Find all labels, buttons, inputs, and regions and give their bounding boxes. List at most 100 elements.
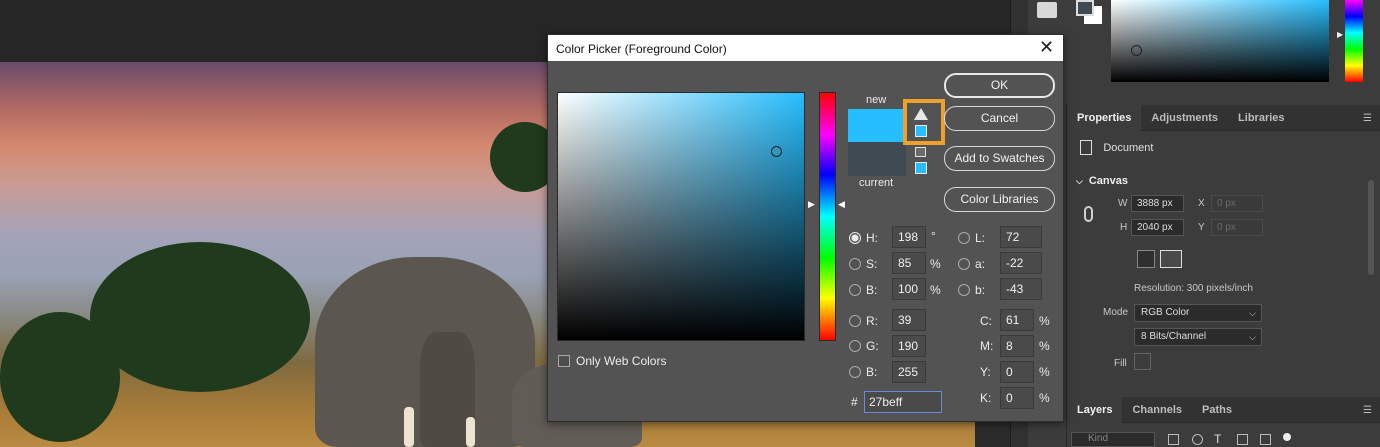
dialog-title-bar[interactable]: Color Picker (Foreground Color) ✕ bbox=[548, 35, 1063, 61]
red-label: R: bbox=[866, 314, 878, 328]
web-safe-color-swatch[interactable] bbox=[915, 162, 927, 174]
black-input[interactable]: 0 bbox=[1000, 387, 1034, 409]
color-picker-dialog: Color Picker (Foreground Color) ✕ ▶ ◀ ne… bbox=[547, 34, 1064, 422]
out-of-gamut-warning-icon[interactable] bbox=[914, 108, 928, 120]
saturation-brightness-field[interactable] bbox=[557, 92, 805, 341]
document-icon bbox=[1080, 140, 1092, 156]
cancel-button[interactable]: Cancel bbox=[944, 106, 1055, 131]
pixel-filter-icon[interactable] bbox=[1168, 434, 1179, 445]
hue-slider[interactable] bbox=[819, 92, 836, 341]
foreground-color-swatch[interactable] bbox=[1076, 0, 1094, 16]
red-radio[interactable] bbox=[849, 315, 861, 327]
yellow-label: Y: bbox=[980, 365, 991, 379]
green-input[interactable]: 190 bbox=[892, 335, 926, 357]
lightness-input[interactable]: 72 bbox=[1000, 226, 1042, 248]
landscape-orientation-icon[interactable] bbox=[1160, 250, 1182, 268]
lightness-radio[interactable] bbox=[958, 232, 970, 244]
hue-unit: ° bbox=[931, 229, 936, 243]
current-color-swatch[interactable] bbox=[848, 142, 906, 176]
magenta-unit: % bbox=[1039, 339, 1050, 353]
only-web-colors-checkbox[interactable] bbox=[558, 355, 570, 367]
panel-menu-icon[interactable]: ☰ bbox=[1363, 113, 1372, 124]
in-gamut-color-swatch[interactable] bbox=[915, 125, 927, 137]
height-field[interactable]: 2040 px bbox=[1131, 219, 1184, 236]
cyan-unit: % bbox=[1039, 314, 1050, 328]
cyan-input[interactable]: 61 bbox=[1000, 309, 1034, 331]
saturation-input[interactable]: 85 bbox=[892, 252, 926, 274]
height-label: H bbox=[1120, 222, 1128, 233]
color-panel-cursor[interactable] bbox=[1131, 45, 1142, 56]
saturation-unit: % bbox=[930, 257, 941, 271]
color-field-cursor[interactable] bbox=[771, 146, 782, 157]
tab-libraries[interactable]: Libraries bbox=[1228, 105, 1294, 131]
black-unit: % bbox=[1039, 391, 1050, 405]
blue-label: B: bbox=[866, 365, 878, 379]
green-radio[interactable] bbox=[849, 340, 861, 352]
tab-paths[interactable]: Paths bbox=[1192, 397, 1242, 423]
x-label: X bbox=[1198, 198, 1205, 209]
a-channel-input[interactable]: -22 bbox=[1000, 252, 1042, 274]
yellow-unit: % bbox=[1039, 365, 1050, 379]
color-libraries-button[interactable]: Color Libraries bbox=[944, 187, 1055, 212]
a-channel-radio[interactable] bbox=[958, 258, 970, 270]
hue-slider-right-arrow-icon[interactable]: ◀ bbox=[838, 199, 845, 210]
fill-label: Fill bbox=[1114, 358, 1127, 369]
gamut-warning-highlight bbox=[903, 99, 945, 145]
magenta-label: M: bbox=[980, 339, 994, 353]
yellow-input[interactable]: 0 bbox=[1000, 361, 1034, 383]
brightness-radio[interactable] bbox=[849, 284, 861, 296]
chevron-down-icon: ⌵ bbox=[1249, 308, 1256, 318]
red-input[interactable]: 39 bbox=[892, 309, 926, 331]
color-panel-hue-slider[interactable] bbox=[1345, 0, 1363, 82]
width-label: W bbox=[1118, 198, 1128, 209]
blue-radio[interactable] bbox=[849, 366, 861, 378]
mode-dropdown[interactable]: RGB Color ⌵ bbox=[1134, 304, 1262, 322]
color-panel-field[interactable] bbox=[1111, 0, 1329, 82]
comments-icon[interactable] bbox=[1037, 2, 1057, 18]
color-panel-hue-marker-icon: ▶ bbox=[1337, 30, 1344, 39]
hex-input[interactable]: 27beff bbox=[864, 391, 942, 413]
b-channel-label: b: bbox=[975, 283, 986, 297]
properties-scrollbar[interactable] bbox=[1366, 168, 1376, 368]
type-filter-icon[interactable]: T bbox=[1214, 433, 1225, 445]
saturation-radio[interactable] bbox=[849, 258, 861, 270]
b-channel-radio[interactable] bbox=[958, 284, 970, 296]
panel-menu-icon[interactable]: ☰ bbox=[1363, 405, 1372, 416]
filter-toggle-icon[interactable] bbox=[1283, 433, 1291, 441]
shape-filter-icon[interactable] bbox=[1237, 434, 1248, 445]
not-web-safe-cube-icon[interactable] bbox=[915, 147, 926, 157]
canvas-section-heading[interactable]: ⌵ Canvas bbox=[1076, 175, 1128, 187]
blue-input[interactable]: 255 bbox=[892, 361, 926, 383]
tab-layers[interactable]: Layers bbox=[1067, 396, 1123, 423]
hue-radio[interactable] bbox=[849, 232, 861, 244]
fill-swatch[interactable] bbox=[1134, 353, 1151, 370]
brightness-input[interactable]: 100 bbox=[892, 278, 926, 300]
add-to-swatches-button[interactable]: Add to Swatches bbox=[944, 146, 1055, 171]
brightness-label: B: bbox=[866, 283, 878, 297]
hue-label: H: bbox=[866, 231, 878, 245]
width-field[interactable]: 3888 px bbox=[1131, 195, 1184, 212]
new-color-swatch bbox=[848, 109, 906, 142]
only-web-colors-label: Only Web Colors bbox=[576, 354, 667, 368]
b-channel-input[interactable]: -43 bbox=[1000, 278, 1042, 300]
bit-depth-dropdown[interactable]: 8 Bits/Channel ⌵ bbox=[1134, 328, 1262, 346]
hue-input[interactable]: 198 bbox=[892, 226, 926, 248]
ok-button[interactable]: OK bbox=[944, 73, 1055, 98]
lightness-label: L: bbox=[975, 231, 986, 245]
adjustment-filter-icon[interactable] bbox=[1192, 434, 1203, 445]
close-icon[interactable]: ✕ bbox=[1039, 38, 1054, 56]
dialog-title: Color Picker (Foreground Color) bbox=[556, 42, 727, 56]
hex-label: # bbox=[851, 395, 858, 409]
layer-kind-filter[interactable]: Kind bbox=[1071, 432, 1155, 447]
y-field: 0 px bbox=[1211, 219, 1263, 236]
hue-slider-left-arrow-icon[interactable]: ▶ bbox=[808, 199, 815, 210]
magenta-input[interactable]: 8 bbox=[1000, 335, 1034, 357]
portrait-orientation-icon[interactable] bbox=[1137, 250, 1155, 268]
tab-adjustments[interactable]: Adjustments bbox=[1141, 105, 1228, 131]
brightness-unit: % bbox=[930, 283, 941, 297]
black-label: K: bbox=[980, 391, 992, 405]
tab-properties[interactable]: Properties bbox=[1067, 104, 1142, 131]
smart-object-filter-icon[interactable] bbox=[1260, 434, 1271, 445]
tab-channels[interactable]: Channels bbox=[1122, 397, 1192, 423]
link-dimensions-icon[interactable] bbox=[1084, 206, 1093, 222]
